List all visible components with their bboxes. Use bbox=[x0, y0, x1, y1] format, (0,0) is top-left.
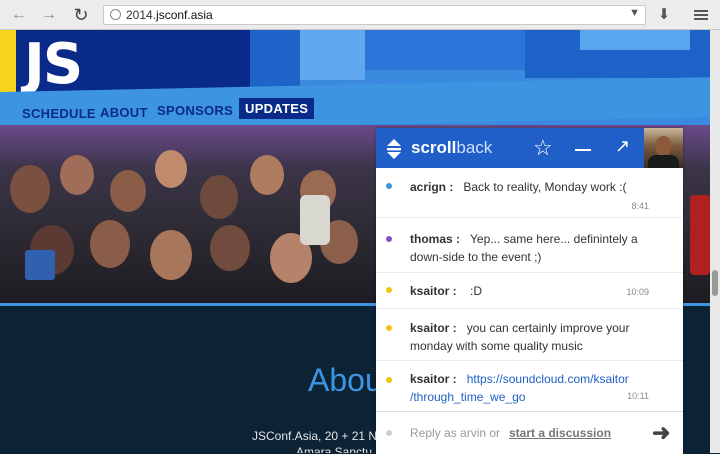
message-link[interactable]: https://soundcloud.com/ksaitor bbox=[467, 372, 629, 386]
message-time: 10:09 bbox=[626, 287, 649, 297]
page-scrollbar[interactable] bbox=[710, 30, 720, 453]
message-nick: thomas : bbox=[410, 232, 461, 246]
nav-schedule[interactable]: SCHEDULE bbox=[22, 106, 96, 121]
avatar[interactable] bbox=[644, 128, 683, 168]
send-arrow-icon[interactable]: ➜ bbox=[652, 420, 670, 446]
message-nick: ksaitor : bbox=[410, 284, 457, 298]
url-text: 2014.jsconf.asia bbox=[126, 8, 213, 22]
status-dot bbox=[386, 287, 392, 293]
reload-icon[interactable]: ↻ bbox=[70, 4, 92, 26]
about-heading: Abou bbox=[308, 362, 383, 398]
message-time: 10:11 bbox=[627, 391, 649, 401]
start-discussion-link[interactable]: start a discussion bbox=[509, 426, 611, 440]
nav-about[interactable]: ABOUT bbox=[100, 105, 148, 120]
compose-bar[interactable]: Reply as arvin or start a discussion ➜ bbox=[376, 411, 683, 454]
nav-updates[interactable]: UPDATES bbox=[239, 98, 315, 119]
message-time: 8:41 bbox=[631, 201, 649, 211]
message-link-cont[interactable]: /through_time_we_go bbox=[410, 390, 525, 404]
message-nick: ksaitor : bbox=[410, 321, 457, 335]
list-item: acrign : Back to reality, Monday work :(… bbox=[376, 168, 683, 218]
message-nick: ksaitor : bbox=[410, 372, 457, 386]
message-list[interactable]: acrign : Back to reality, Monday work :(… bbox=[376, 168, 683, 411]
globe-icon bbox=[110, 9, 121, 20]
about-text: JSConf.Asia, 20 + 21 No bbox=[252, 429, 384, 443]
scrollback-logo-icon bbox=[387, 139, 401, 159]
reply-input[interactable]: Reply as arvin or bbox=[410, 426, 500, 440]
minimize-icon[interactable] bbox=[575, 149, 591, 151]
scrollback-widget: scrollback ☆ ↗ acrign : Back to reality,… bbox=[376, 128, 683, 454]
status-dot bbox=[386, 183, 392, 189]
status-dot bbox=[386, 236, 392, 242]
about-venue-text: Amara Sanctu bbox=[296, 445, 373, 453]
message-text: Back to reality, Monday work :( bbox=[463, 180, 627, 194]
status-dot bbox=[386, 430, 392, 436]
hamburger-menu-icon[interactable] bbox=[690, 4, 712, 26]
status-dot bbox=[386, 325, 392, 331]
list-item: ksaitor : https://soundcloud.com/ksaitor… bbox=[376, 361, 683, 411]
browser-toolbar: ← → ↻ 2014.jsconf.asia ▼ ⬇ bbox=[0, 0, 720, 30]
download-icon[interactable]: ⬇ bbox=[655, 4, 673, 26]
scrollback-brand: scrollback bbox=[411, 138, 493, 157]
site-logo[interactable]: JS bbox=[24, 32, 83, 97]
list-item: thomas : Yep... same here... definintely… bbox=[376, 218, 683, 273]
scrollbar-thumb[interactable] bbox=[712, 270, 718, 296]
message-nick: acrign : bbox=[410, 180, 454, 194]
status-dot bbox=[386, 377, 392, 383]
nav-sponsors[interactable]: SPONSORS bbox=[157, 103, 233, 118]
popout-arrow-icon[interactable]: ↗ bbox=[615, 136, 630, 157]
chevron-down-icon[interactable]: ▼ bbox=[629, 7, 640, 19]
star-icon[interactable]: ☆ bbox=[533, 135, 553, 161]
list-item: ksaitor : you can certainly improve your… bbox=[376, 309, 683, 361]
back-arrow-icon[interactable]: ← bbox=[8, 4, 30, 26]
address-bar[interactable]: 2014.jsconf.asia ▼ bbox=[103, 5, 646, 25]
message-text: :D bbox=[470, 284, 483, 298]
scrollback-header: scrollback ☆ ↗ bbox=[376, 128, 644, 168]
forward-arrow-icon[interactable]: → bbox=[38, 4, 60, 26]
list-item: ksaitor : :D 10:09 bbox=[376, 273, 683, 309]
